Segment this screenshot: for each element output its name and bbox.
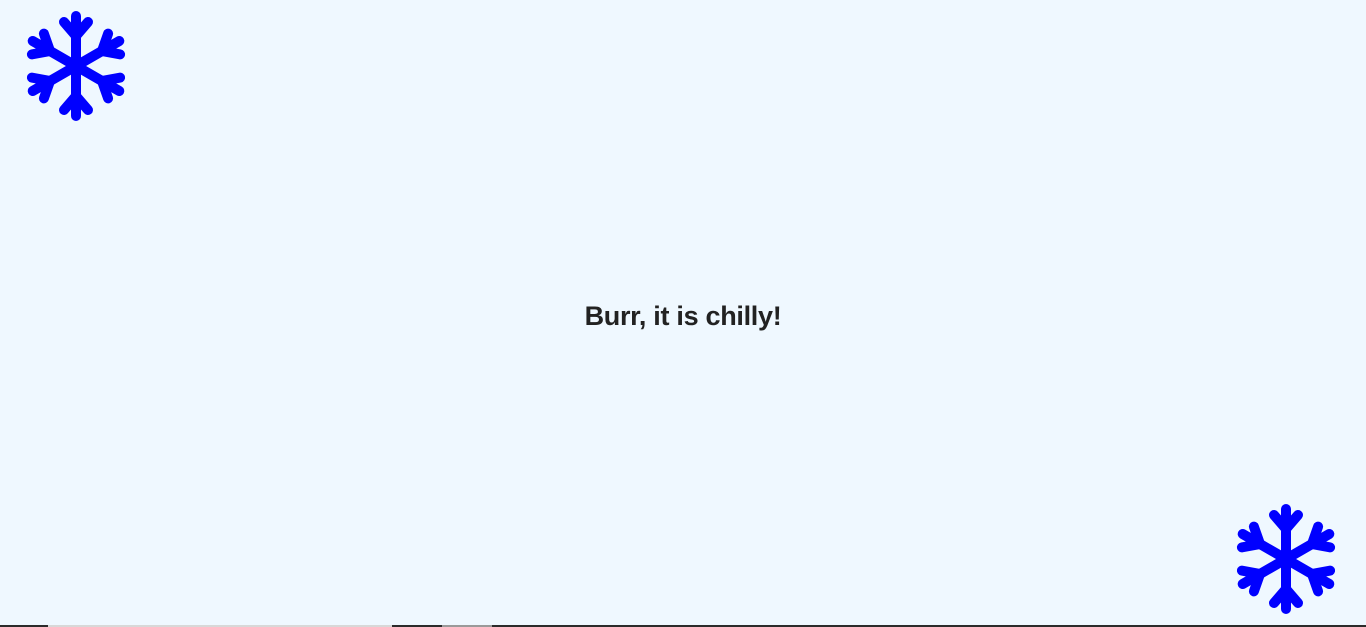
page: Burr, it is chilly! [0,0,1366,627]
snowflake-icon [1231,503,1341,615]
snowflake-icon [21,10,131,122]
page-message: Burr, it is chilly! [584,301,782,331]
